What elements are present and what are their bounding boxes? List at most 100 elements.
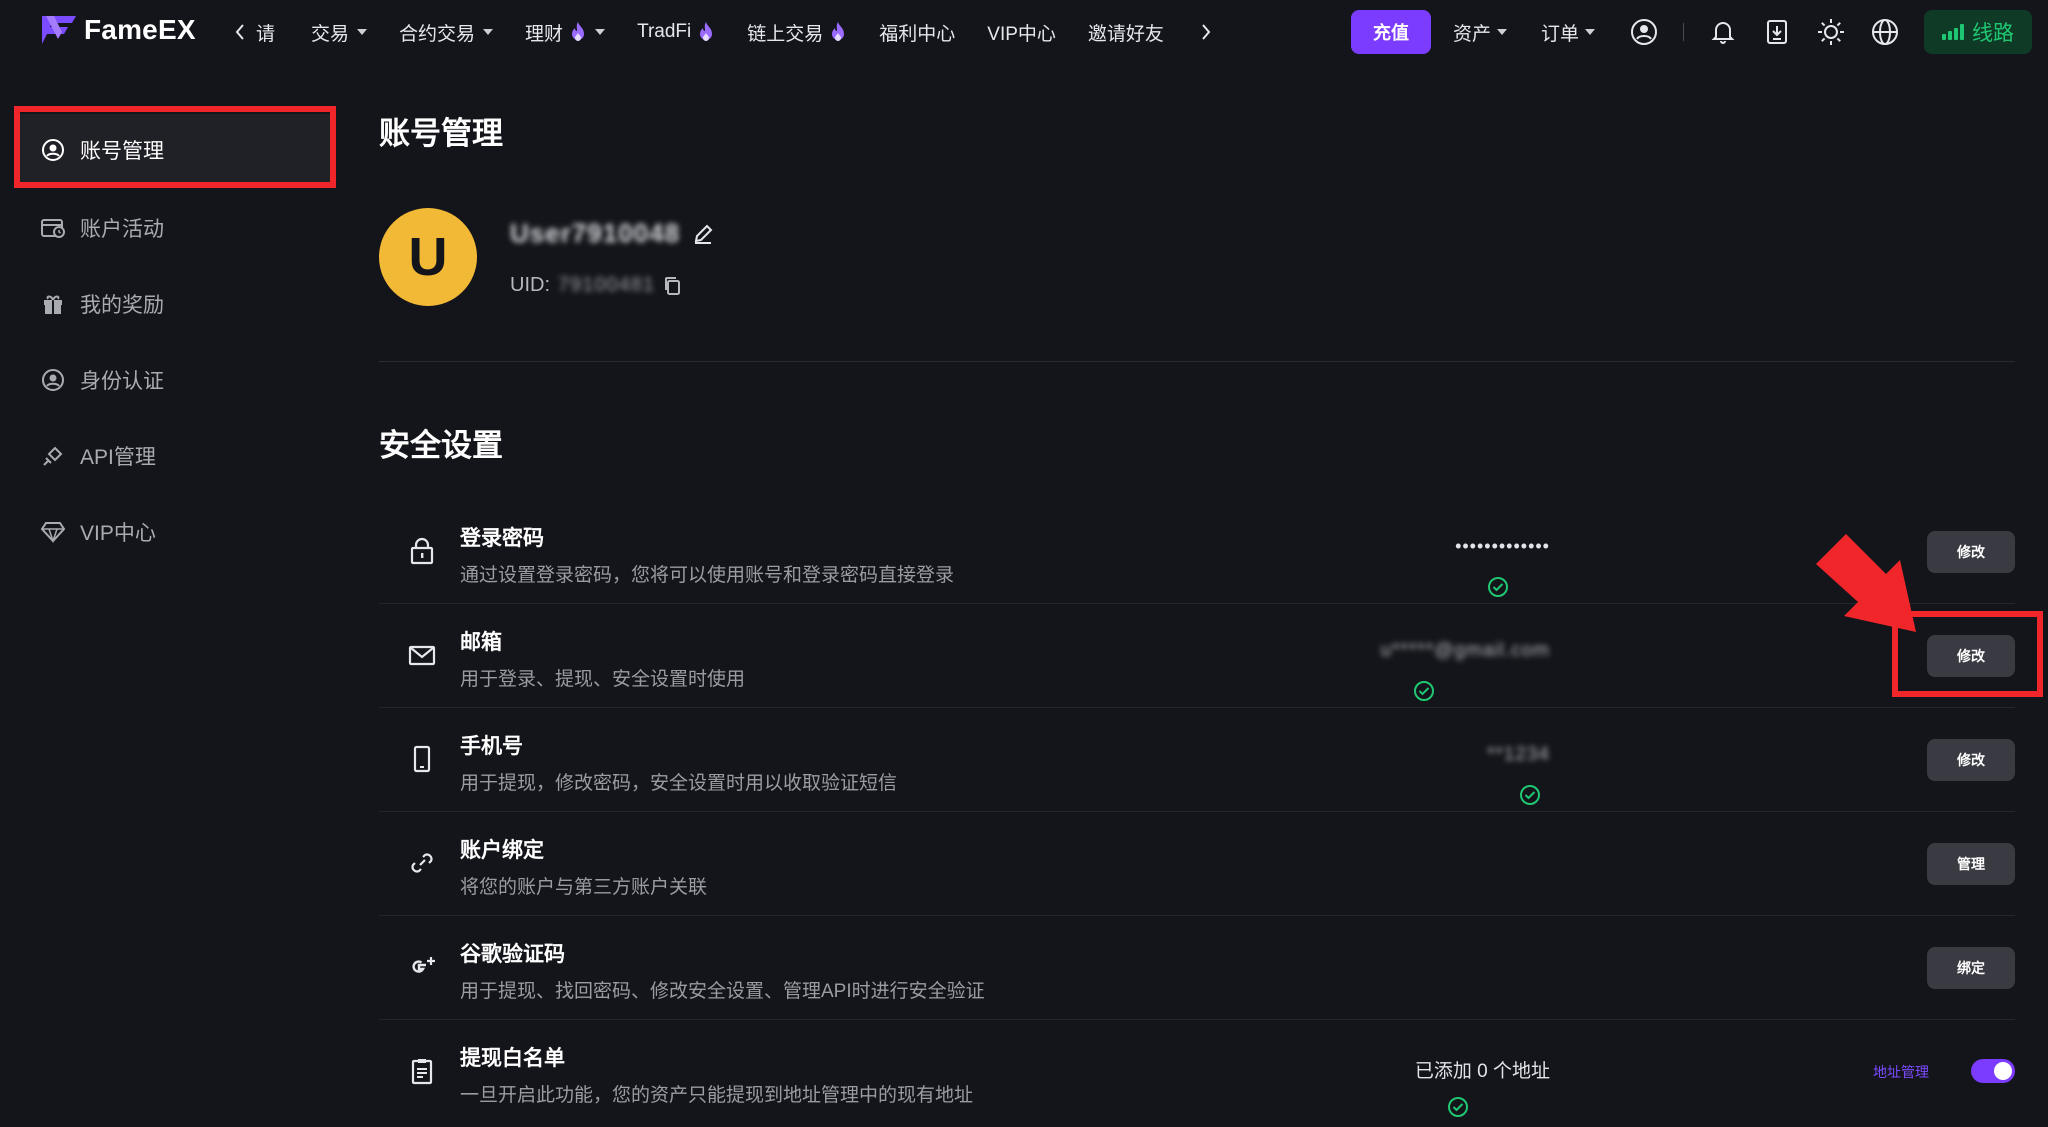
- uid-row: UID: 79100481: [510, 274, 681, 297]
- nav-item-trade[interactable]: 交易: [311, 0, 368, 64]
- row-title: 账户绑定: [460, 839, 544, 862]
- nav-item-label: VIP中心: [987, 23, 1056, 45]
- row-status: •••••••••••••: [1455, 536, 1550, 597]
- nav-scroll-right-button[interactable]: [1196, 0, 1216, 64]
- whitelist-toggle[interactable]: [1971, 1059, 2015, 1083]
- toggle-knob: [1994, 1062, 2012, 1080]
- sidebar-item-activity[interactable]: 账户活动: [16, 192, 336, 264]
- nav-item-label: 邀请好友: [1087, 23, 1164, 45]
- link-icon: [407, 848, 437, 878]
- sidebar-item-account[interactable]: 账号管理: [16, 114, 336, 186]
- recharge-button[interactable]: 充值: [1350, 10, 1431, 54]
- nav-item-label: TradFi: [637, 21, 692, 42]
- uid-value: 79100481: [558, 274, 655, 296]
- phone-icon: [407, 744, 437, 774]
- security-row-binding: 账户绑定 将您的账户与第三方账户关联 管理: [379, 812, 2015, 916]
- check-circle-icon: [1443, 1092, 1473, 1122]
- phone-masked: **1234: [1486, 744, 1550, 765]
- row-description: 将您的账户与第三方账户关联: [460, 877, 708, 898]
- sidebar-item-label: 身份认证: [80, 370, 164, 393]
- nav-item-label: 合约交易: [399, 23, 476, 45]
- nav-item-futures[interactable]: 合约交易: [399, 0, 494, 64]
- topbar-right: 充值 资产 订单 线路: [1350, 10, 2032, 54]
- avatar: U: [379, 208, 477, 306]
- address-management-link[interactable]: 地址管理: [1873, 1062, 1929, 1082]
- row-title: 谷歌验证码: [460, 943, 565, 966]
- row-description: 用于提现，修改密码，安全设置时用以收取验证短信: [460, 773, 898, 794]
- lock-icon: [407, 536, 437, 566]
- edit-icon[interactable]: [692, 223, 714, 245]
- nav-item-earn[interactable]: 理财: [525, 0, 606, 64]
- username: User7910048: [510, 218, 681, 248]
- brand-logo[interactable]: FameEX: [40, 14, 196, 46]
- row-title: 登录密码: [460, 527, 544, 550]
- nav-item-label: 福利中心: [879, 23, 956, 45]
- nav-item-label: 理财: [525, 23, 564, 45]
- sidebar-item-label: VIP中心: [80, 522, 156, 545]
- diamond-icon: [40, 519, 66, 545]
- nav-scroll-left-button[interactable]: [230, 0, 250, 64]
- nav-item-label: 链上交易: [747, 23, 824, 45]
- manage-binding-button[interactable]: 管理: [1927, 843, 2015, 885]
- user-circle-icon: [40, 137, 66, 163]
- gift-icon: [40, 291, 66, 317]
- check-circle-icon: [1515, 780, 1545, 810]
- sidebar-item-label: API管理: [80, 446, 156, 469]
- profile-divider: [379, 361, 2015, 362]
- google-auth-icon: [407, 952, 437, 982]
- nav-item-invite[interactable]: 邀请好友: [1088, 0, 1164, 64]
- brand-name: FameEX: [84, 14, 196, 45]
- globe-icon[interactable]: [1870, 17, 1900, 47]
- check-circle-icon: [1483, 572, 1513, 602]
- edit-password-button[interactable]: 修改: [1927, 531, 2015, 573]
- id-verify-icon: [40, 367, 66, 393]
- nav-item-vip[interactable]: VIP中心: [987, 0, 1056, 64]
- sidebar-item-label: 账户活动: [80, 218, 164, 241]
- orders-label: 订单: [1540, 23, 1579, 45]
- copy-icon[interactable]: [663, 276, 681, 296]
- sidebar-item-rewards[interactable]: 我的奖励: [16, 268, 336, 340]
- nav-item-label: 交易: [311, 23, 350, 45]
- fire-icon: [697, 21, 715, 43]
- sidebar-item-identity[interactable]: 身份认证: [16, 344, 336, 416]
- chevron-left-icon: [234, 23, 246, 41]
- nav-item-tradfi[interactable]: TradFi: [637, 0, 715, 64]
- bind-google-auth-button[interactable]: 绑定: [1927, 947, 2015, 989]
- main-nav: 请 交易 合约交易 理财 TradFi 链上交易 福利中心 VIP中心 邀请好友: [230, 0, 1216, 64]
- nav-item-welfare[interactable]: 福利中心: [879, 0, 955, 64]
- mail-icon: [407, 640, 437, 670]
- caret-down-icon: [483, 29, 494, 35]
- account-activity-icon: [40, 215, 66, 241]
- sun-icon[interactable]: [1816, 17, 1846, 47]
- edit-email-button[interactable]: 修改: [1927, 635, 2015, 677]
- network-line-button[interactable]: 线路: [1924, 10, 2032, 54]
- sidebar-item-api[interactable]: API管理: [16, 420, 336, 492]
- check-circle-icon: [1409, 676, 1439, 706]
- user-circle-icon[interactable]: [1629, 17, 1659, 47]
- sidebar-item-vip[interactable]: VIP中心: [16, 496, 336, 568]
- row-description: 用于提现、找回密码、修改安全设置、管理API时进行安全验证: [460, 981, 985, 1002]
- assets-label: 资产: [1452, 23, 1491, 45]
- edit-phone-button[interactable]: 修改: [1927, 739, 2015, 781]
- divider: [1683, 23, 1684, 41]
- caret-down-icon: [357, 29, 368, 35]
- chevron-right-icon: [1200, 23, 1212, 41]
- bell-icon[interactable]: [1708, 17, 1738, 47]
- sidebar-item-label: 账号管理: [80, 140, 164, 163]
- assets-dropdown[interactable]: 资产: [1453, 19, 1507, 46]
- email-masked: u*****@gmail.com: [1380, 640, 1550, 661]
- row-title: 邮箱: [460, 631, 502, 654]
- nav-item-onchain[interactable]: 链上交易: [747, 0, 847, 64]
- password-masked: •••••••••••••: [1455, 536, 1550, 556]
- row-title: 提现白名单: [460, 1047, 565, 1070]
- security-row-google-auth: 谷歌验证码 用于提现、找回密码、修改安全设置、管理API时进行安全验证 绑定: [379, 916, 2015, 1020]
- security-row-email: 邮箱 用于登录、提现、安全设置时使用 u*****@gmail.com 修改: [379, 604, 2015, 708]
- nav-item-partial[interactable]: 请: [256, 19, 275, 46]
- row-status: u*****@gmail.com: [1380, 640, 1550, 701]
- fire-icon: [829, 21, 847, 43]
- network-line-label: 线路: [1972, 22, 2014, 45]
- orders-dropdown[interactable]: 订单: [1541, 19, 1595, 46]
- download-icon[interactable]: [1762, 17, 1792, 47]
- fire-icon: [569, 21, 587, 43]
- whitelist-count: 已添加 0 个地址: [1414, 1061, 1550, 1082]
